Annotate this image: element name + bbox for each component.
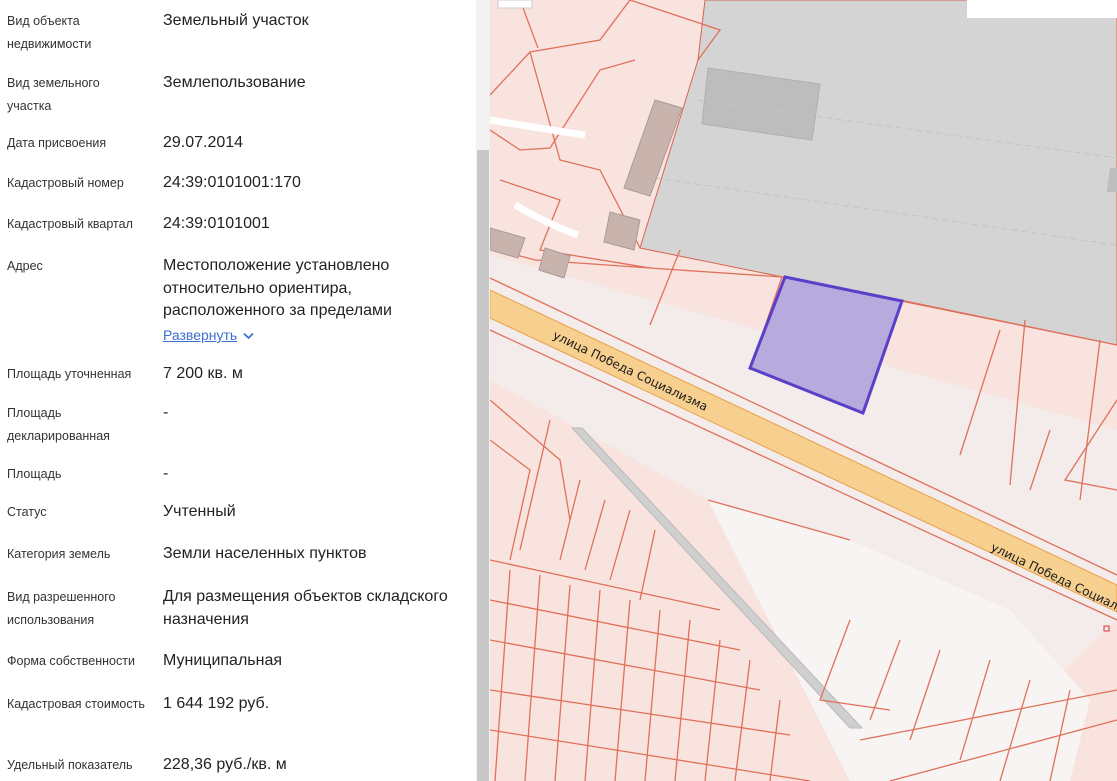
property-label: Кадастровый квартал — [7, 217, 133, 231]
property-label: Площадь уточненная — [7, 367, 132, 381]
building — [490, 227, 526, 259]
property-value: Землепользование — [163, 74, 306, 91]
chevron-down-icon — [243, 327, 254, 343]
property-label: Статус — [7, 505, 47, 519]
property-details-panel: Вид объекта недвижимости Земельный участо… — [0, 0, 476, 781]
scrollbar-thumb[interactable] — [477, 150, 489, 781]
map-search-box[interactable] — [967, 0, 1117, 18]
address-expand-link[interactable]: Развернуть — [163, 327, 254, 343]
property-label: Адрес — [7, 259, 43, 273]
cadastral-map[interactable]: улица Победа Социализма улица Победа Соц… — [490, 0, 1117, 781]
map-control[interactable] — [497, 0, 533, 9]
property-value: Местоположение установлено относительно … — [163, 257, 392, 319]
property-label: Кадастровая стоимость — [7, 697, 145, 711]
property-value: 228,36 руб./кв. м — [163, 756, 287, 773]
property-label: Вид разрешенного использования — [7, 590, 116, 627]
property-label: Вид объекта недвижимости — [7, 14, 92, 51]
property-label: Удельный показатель — [7, 758, 133, 772]
property-value: Учтенный — [163, 503, 236, 520]
property-value: Земельный участок — [163, 12, 309, 29]
property-value: 29.07.2014 — [163, 134, 244, 151]
building — [603, 211, 641, 251]
property-label: Кадастровый номер — [7, 176, 124, 190]
property-label: Площадь — [7, 467, 62, 481]
property-label: Категория земель — [7, 547, 111, 561]
property-value: 24:39:0101001:170 — [163, 174, 301, 191]
expand-link-label: Развернуть — [163, 327, 238, 343]
property-value: Для размещения объектов складского назна… — [163, 588, 448, 628]
property-value: 7 200 кв. м — [163, 365, 243, 382]
property-value: Муниципальная — [163, 652, 283, 669]
property-label: Вид земельного участка — [7, 76, 100, 113]
property-value: 24:39:0101001 — [163, 215, 270, 232]
industrial-zone — [639, 0, 1117, 346]
property-value: Земли населенных пунктов — [163, 545, 367, 562]
property-label: Дата присвоения — [7, 136, 107, 150]
property-label: Площадь декларированная — [7, 406, 110, 443]
property-value: - — [163, 404, 169, 421]
property-value: - — [163, 465, 169, 482]
property-value: 1 644 192 руб. — [163, 695, 270, 712]
property-label: Форма собственности — [7, 654, 135, 668]
